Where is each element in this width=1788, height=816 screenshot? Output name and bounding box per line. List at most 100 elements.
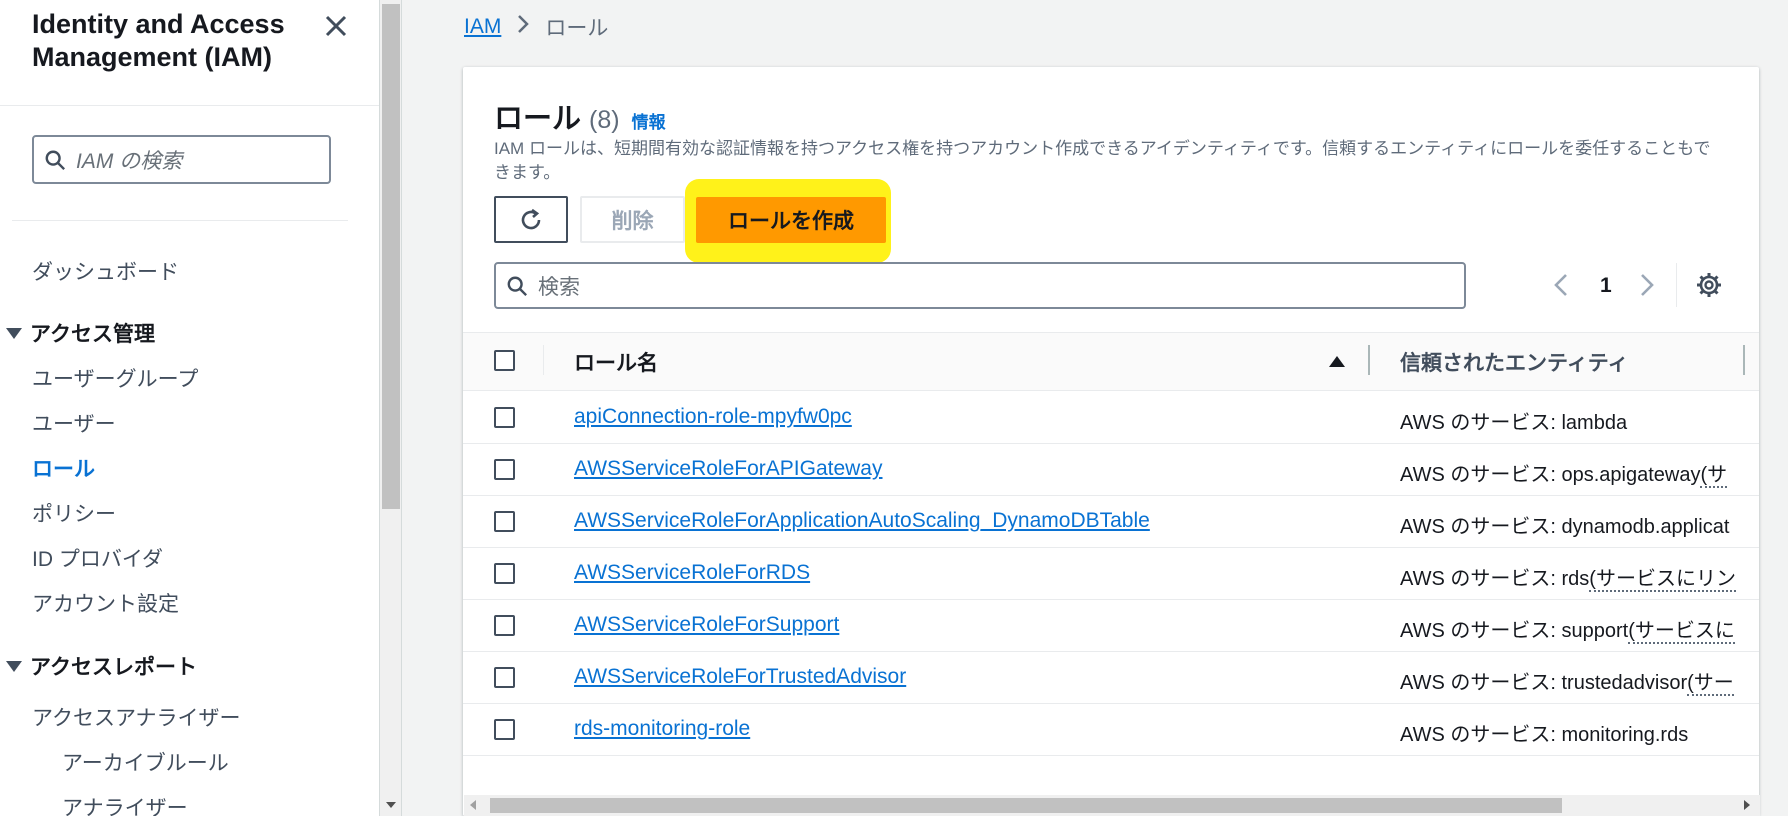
service-linked-role-link[interactable]: (サー xyxy=(1687,672,1734,696)
scroll-down-icon[interactable] xyxy=(386,802,396,808)
sidebar-section-label: アクセス管理 xyxy=(30,323,155,346)
service-linked-role-link[interactable]: (サ xyxy=(1700,464,1728,488)
role-name-link[interactable]: AWSServiceRoleForRDS xyxy=(574,561,810,585)
column-resizer[interactable] xyxy=(1368,345,1370,375)
role-name-link[interactable]: AWSServiceRoleForTrustedAdvisor xyxy=(574,665,906,689)
refresh-button[interactable] xyxy=(494,196,568,243)
trusted-entity-text: AWS のサービス: monitoring.rds xyxy=(1400,724,1689,746)
trusted-entity-text: AWS のサービス: dynamodb.applicat xyxy=(1400,516,1730,538)
sidebar-section-access-management[interactable]: アクセス管理 xyxy=(6,318,155,348)
column-divider xyxy=(543,345,544,375)
caret-down-icon xyxy=(6,327,22,339)
roles-count: (8) xyxy=(589,106,620,134)
sidebar-item-dashboard[interactable]: ダッシュボード xyxy=(32,256,179,286)
scroll-left-icon[interactable] xyxy=(470,800,476,810)
trusted-entity: AWS のサービス: monitoring.rds xyxy=(1400,718,1688,747)
scroll-right-icon[interactable] xyxy=(1744,800,1750,810)
sidebar-search-placeholder: IAM の検索 xyxy=(76,149,183,173)
sort-ascending-icon[interactable] xyxy=(1329,356,1345,367)
trusted-entity-text: AWS のサービス: lambda xyxy=(1400,412,1628,434)
row-checkbox[interactable] xyxy=(494,563,515,584)
sidebar-item-policies[interactable]: ポリシー xyxy=(32,498,116,528)
close-icon[interactable] xyxy=(318,8,354,44)
service-linked-role-link[interactable]: (サービスに xyxy=(1628,620,1735,644)
breadcrumb: IAM ロール xyxy=(464,12,608,42)
sidebar-item-analyzers[interactable]: アナライザー xyxy=(62,792,188,816)
row-checkbox[interactable] xyxy=(494,459,515,480)
role-name-link[interactable]: AWSServiceRoleForAPIGateway xyxy=(574,457,883,481)
trusted-entity-text: AWS のサービス: trustedadvisor xyxy=(1400,672,1688,694)
trusted-entity: AWS のサービス: dynamodb.applicat xyxy=(1400,510,1729,539)
column-resizer[interactable] xyxy=(1743,345,1745,375)
role-name-link[interactable]: AWSServiceRoleForSupport xyxy=(574,613,839,637)
roles-search-input[interactable]: 検索 xyxy=(494,262,1466,309)
info-link[interactable]: 情報 xyxy=(632,108,666,133)
trusted-entity: AWS のサービス: support(サービスに xyxy=(1400,614,1735,644)
divider xyxy=(0,105,379,106)
row-checkbox[interactable] xyxy=(494,615,515,636)
column-header-trusted-entity[interactable]: 信頼されたエンティティ xyxy=(1400,347,1628,377)
row-checkbox[interactable] xyxy=(494,667,515,688)
sidebar-section-access-reports[interactable]: アクセスレポート xyxy=(6,651,197,681)
trusted-entity: AWS のサービス: rds(サービスにリン xyxy=(1400,562,1736,592)
roles-search-placeholder: 検索 xyxy=(538,275,580,299)
sidebar-section-label: アクセスレポート xyxy=(30,656,197,679)
page-number[interactable]: 1 xyxy=(1600,274,1612,298)
trusted-entity-text: AWS のサービス: ops.apigateway xyxy=(1400,464,1701,486)
role-name-link[interactable]: apiConnection-role-mpyfw0pc xyxy=(574,405,852,429)
create-role-button[interactable]: ロールを作成 xyxy=(696,197,886,243)
sidebar-item-user-groups[interactable]: ユーザーグループ xyxy=(32,363,198,393)
chevron-left-icon[interactable] xyxy=(1553,272,1569,303)
sidebar-search-input[interactable]: IAM の検索 xyxy=(32,135,331,184)
chevron-right-icon[interactable] xyxy=(1639,272,1655,303)
scrollbar-thumb[interactable] xyxy=(382,4,400,509)
table-header: ロール名 信頼されたエンティティ xyxy=(463,332,1759,391)
row-checkbox[interactable] xyxy=(494,407,515,428)
service-linked-role-link[interactable]: (サービスにリン xyxy=(1589,568,1736,592)
trusted-entity: AWS のサービス: trustedadvisor(サー xyxy=(1400,666,1734,696)
column-header-role-name[interactable]: ロール名 xyxy=(574,347,658,377)
roles-header: ロール (8) 情報 xyxy=(494,95,666,137)
sidebar-item-archive-rules[interactable]: アーカイブルール xyxy=(62,747,229,777)
sidebar-scrollbar[interactable] xyxy=(380,0,402,816)
sidebar-item-roles[interactable]: ロール xyxy=(32,453,95,483)
role-name-link[interactable]: AWSServiceRoleForApplicationAutoScaling_… xyxy=(574,509,1150,533)
gear-icon[interactable] xyxy=(1695,271,1723,304)
sidebar-title: Identity and Access Management (IAM) xyxy=(32,9,285,72)
sidebar-item-users[interactable]: ユーザー xyxy=(32,408,116,438)
table-row: AWSServiceRoleForRDS AWS のサービス: rds(サービスに… xyxy=(463,548,1759,600)
breadcrumb-iam-link[interactable]: IAM xyxy=(464,15,501,39)
trusted-entity: AWS のサービス: lambda xyxy=(1400,406,1627,435)
trusted-entity-text: AWS のサービス: support xyxy=(1400,620,1629,642)
sidebar-item-access-analyzer[interactable]: アクセスアナライザー xyxy=(32,702,241,732)
table-row: rds-monitoring-role AWS のサービス: monitoring… xyxy=(463,704,1759,756)
search-icon xyxy=(45,150,66,170)
roles-description: IAM ロールは、短期間有効な認証情報を持つアクセス権を持つアカウント作成できる… xyxy=(494,139,1711,182)
trusted-entity: AWS のサービス: ops.apigateway(サ xyxy=(1400,458,1728,488)
search-icon xyxy=(507,276,528,296)
row-checkbox[interactable] xyxy=(494,511,515,532)
role-name-link[interactable]: rds-monitoring-role xyxy=(574,717,750,741)
table-row: AWSServiceRoleForApplicationAutoScaling_… xyxy=(463,496,1759,548)
divider xyxy=(12,220,348,221)
chevron-right-icon xyxy=(517,14,530,40)
table-row: AWSServiceRoleForTrustedAdvisor AWS のサービス… xyxy=(463,652,1759,704)
divider xyxy=(1676,263,1677,307)
breadcrumb-current: ロール xyxy=(545,17,609,40)
select-all-checkbox[interactable] xyxy=(494,350,515,371)
table-row: AWSServiceRoleForSupport AWS のサービス: suppo… xyxy=(463,600,1759,652)
roles-panel: ロール (8) 情報 IAM ロールは、短期間有効な認証情報を持つアクセス権を持… xyxy=(463,67,1759,816)
sidebar-item-identity-providers[interactable]: ID プロバイダ xyxy=(32,543,163,573)
horizontal-scrollbar[interactable] xyxy=(464,795,1760,816)
sidebar-item-account-settings[interactable]: アカウント設定 xyxy=(32,588,179,618)
row-checkbox[interactable] xyxy=(494,719,515,740)
trusted-entity-text: AWS のサービス: rds xyxy=(1400,568,1590,590)
page-title: ロール xyxy=(494,103,582,135)
caret-down-icon xyxy=(6,660,22,672)
refresh-icon xyxy=(521,208,541,229)
delete-button[interactable]: 削除 xyxy=(580,196,685,243)
table-row: AWSServiceRoleForAPIGateway AWS のサービス: op… xyxy=(463,444,1759,496)
table-row: apiConnection-role-mpyfw0pc AWS のサービス: la… xyxy=(463,392,1759,444)
scrollbar-thumb[interactable] xyxy=(490,798,1562,813)
sidebar: Identity and Access Management (IAM) IAM… xyxy=(0,0,380,816)
